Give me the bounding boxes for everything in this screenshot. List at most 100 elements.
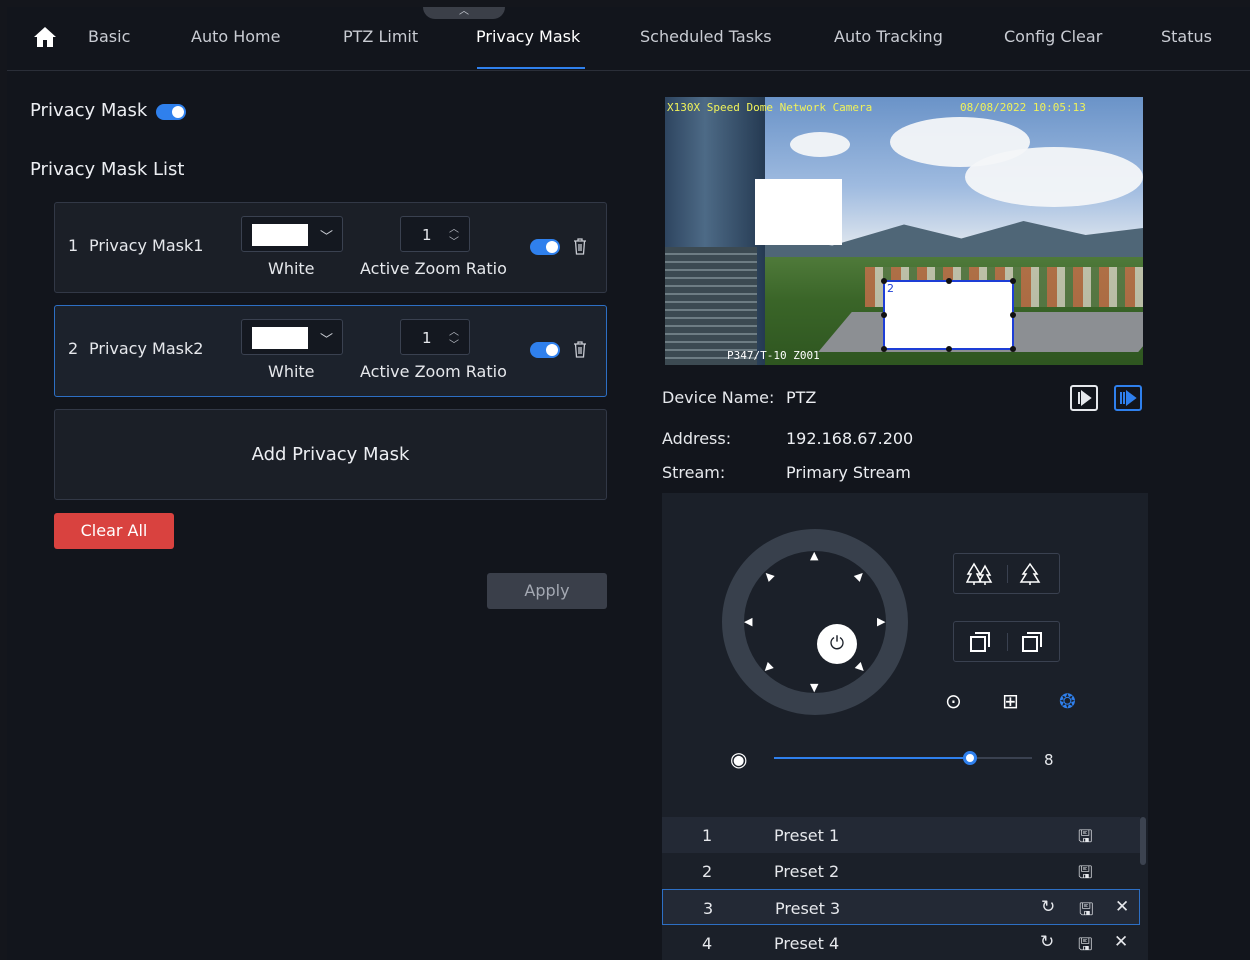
device-name-label: Device Name:	[662, 388, 775, 407]
address-value: 192.168.67.200	[786, 429, 914, 448]
goto-preset-icon[interactable]: ↻	[1040, 932, 1054, 952]
privacy-mask-toggle[interactable]	[156, 104, 186, 120]
stream-play-icon[interactable]	[1114, 385, 1142, 411]
preset-row[interactable]: 3 Preset 3 ↻ 🖫 ✕	[662, 889, 1140, 925]
resize-handle[interactable]	[881, 346, 887, 352]
iris-icon[interactable]: ❂	[1059, 689, 1076, 713]
preset-row[interactable]: 2 Preset 2 🖫	[662, 853, 1140, 889]
ptz-direction-pad[interactable]: ⏻ ▲ ▼ ◀ ▶ ▲ ▲ ▼ ▼	[722, 529, 908, 715]
zoom-ratio-label: Active Zoom Ratio	[360, 259, 507, 278]
mask-name: Privacy Mask2	[89, 339, 204, 358]
arrow-left-icon[interactable]: ◀	[744, 615, 752, 628]
chevron-down-icon[interactable]: ﹀	[449, 336, 459, 351]
video-cloud	[965, 147, 1143, 207]
power-icon[interactable]: ⏻	[817, 624, 857, 664]
close-icon[interactable]: ✕	[1115, 897, 1129, 917]
tab-basic[interactable]: Basic	[88, 27, 130, 46]
mask-color-select[interactable]: ﹀	[241, 319, 343, 355]
mask-color-label: White	[268, 362, 315, 381]
video-preview[interactable]: 2 X130X Speed Dome Network Camera 08/08/…	[665, 97, 1143, 365]
app-frame: ︿ Basic Auto Home PTZ Limit Privacy Mask…	[7, 7, 1250, 960]
tab-config-clear[interactable]: Config Clear	[1004, 27, 1102, 46]
trash-icon[interactable]	[573, 238, 587, 255]
close-icon[interactable]: ✕	[1114, 932, 1128, 952]
arrow-down-icon[interactable]: ▼	[810, 681, 818, 694]
privacy-mask-list-label: Privacy Mask List	[30, 159, 185, 180]
trash-icon[interactable]	[573, 341, 587, 358]
privacy-mask-region-2[interactable]: 2	[881, 278, 1016, 352]
tab-auto-home[interactable]: Auto Home	[191, 27, 280, 46]
speed-slider[interactable]	[774, 751, 1032, 765]
tab-ptz-limit[interactable]: PTZ Limit	[343, 27, 418, 46]
resize-handle[interactable]	[1010, 278, 1016, 284]
tab-auto-tracking[interactable]: Auto Tracking	[834, 27, 943, 46]
preset-label: Preset 3	[775, 899, 841, 918]
zoom-ratio-label: Active Zoom Ratio	[360, 362, 507, 381]
area-zoom-icon[interactable]: ⊞	[1002, 689, 1019, 713]
resize-handle[interactable]	[946, 278, 952, 284]
resize-handle[interactable]	[1010, 312, 1016, 318]
mask-index: 2	[68, 339, 79, 358]
arrow-up-icon[interactable]: ▲	[810, 549, 818, 562]
preset-row[interactable]: 4 Preset 4 ↻ 🖫 ✕	[662, 925, 1140, 960]
divider	[1007, 633, 1008, 651]
chevron-down-icon: ﹀	[319, 333, 333, 348]
resize-handle[interactable]	[881, 312, 887, 318]
stream-value: Primary Stream	[786, 463, 911, 482]
mask-color-select[interactable]: ﹀	[241, 216, 343, 252]
mask-region-number: 2	[887, 282, 894, 295]
privacy-mask-card[interactable]: 2 Privacy Mask2 ﹀ White 1 ︿ ﹀ Active Zoo…	[54, 305, 607, 397]
preset-number: 3	[703, 899, 714, 918]
focus-far-icon[interactable]	[1020, 630, 1044, 654]
save-icon[interactable]: 🖫	[1078, 932, 1092, 960]
privacy-mask-card[interactable]: 1 Privacy Mask1 ﹀ White 1 ︿ ﹀ Active Zoo…	[54, 202, 607, 293]
preset-label: Preset 2	[774, 862, 840, 881]
tab-scheduled-tasks[interactable]: Scheduled Tasks	[640, 27, 772, 46]
zoom-out-trees-icon[interactable]	[966, 562, 994, 586]
apply-button[interactable]: Apply	[487, 573, 607, 609]
osd-ptz-position: P347/T-10 Z001	[727, 349, 820, 362]
osd-time: 08/08/2022 10:05:13	[960, 101, 1086, 114]
privacy-mask-label: Privacy Mask	[30, 100, 148, 121]
stream-label: Stream:	[662, 463, 726, 482]
preset-label: Preset 4	[774, 934, 840, 953]
save-icon[interactable]: 🖫	[1078, 824, 1092, 853]
clear-all-button[interactable]: Clear All	[54, 513, 174, 549]
zoom-ratio-value: 1	[422, 329, 432, 347]
mask-enable-toggle[interactable]	[530, 239, 560, 255]
zoom-ratio-value: 1	[422, 226, 432, 244]
preset-label: Preset 1	[774, 826, 840, 845]
play-icon[interactable]	[1070, 385, 1098, 411]
save-icon[interactable]: 🖫	[1078, 860, 1092, 889]
zoom-ratio-stepper[interactable]: 1 ︿ ﹀	[400, 216, 470, 252]
chevron-down-icon[interactable]: ﹀	[449, 233, 459, 248]
video-tower-lower	[665, 247, 757, 365]
mask-enable-toggle[interactable]	[530, 342, 560, 358]
add-privacy-mask-label: Add Privacy Mask	[251, 444, 410, 465]
zoom-ratio-stepper[interactable]: 1 ︿ ﹀	[400, 319, 470, 355]
resize-handle[interactable]	[1010, 346, 1016, 352]
speed-icon: ◉	[730, 747, 748, 771]
focus-control	[953, 621, 1060, 662]
preset-number: 2	[702, 862, 713, 881]
mask-name: Privacy Mask1	[89, 236, 204, 255]
resize-handle[interactable]	[946, 346, 952, 352]
home-icon[interactable]	[33, 25, 57, 49]
privacy-mask-region-1[interactable]	[755, 179, 842, 245]
focus-near-icon[interactable]	[968, 630, 992, 654]
video-cloud	[790, 132, 850, 157]
speed-slider-handle[interactable]	[963, 751, 978, 765]
preset-row[interactable]: 1 Preset 1 🖫	[662, 817, 1140, 853]
tab-status[interactable]: Status	[1161, 27, 1212, 46]
save-icon[interactable]: 🖫	[1079, 897, 1093, 926]
arrow-right-icon[interactable]: ▶	[877, 615, 885, 628]
focus-target-icon[interactable]: ⊙	[945, 689, 962, 713]
preset-scrollbar[interactable]	[1140, 817, 1146, 865]
zoom-in-tree-icon[interactable]	[1018, 562, 1042, 586]
speed-slider-fill	[774, 757, 971, 759]
resize-handle[interactable]	[881, 278, 887, 284]
tab-privacy-mask[interactable]: Privacy Mask	[476, 27, 580, 46]
add-privacy-mask-button[interactable]: Add Privacy Mask	[54, 409, 607, 500]
mask-index: 1	[68, 236, 79, 255]
goto-preset-icon[interactable]: ↻	[1041, 897, 1055, 917]
